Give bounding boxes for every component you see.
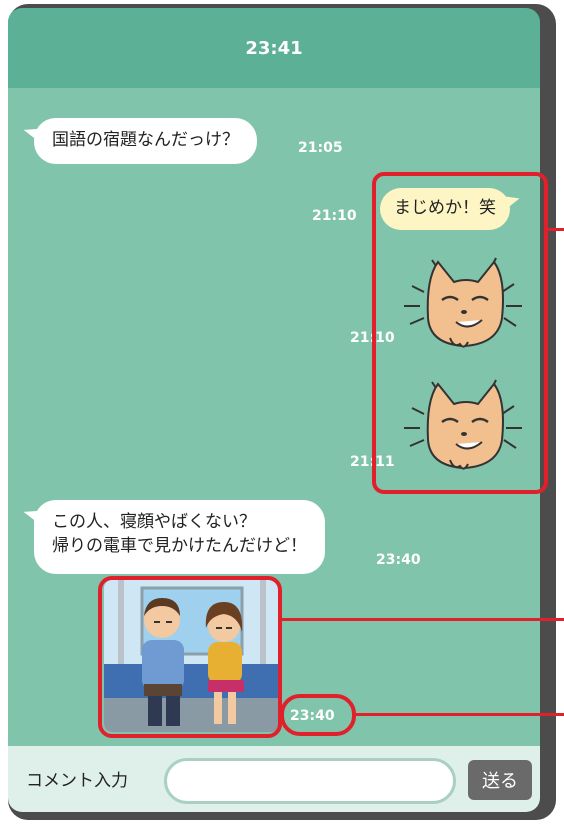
- message-bubble: 国語の宿題なんだっけ？: [34, 118, 257, 164]
- time-highlight-box: [280, 694, 356, 736]
- message-time: 23:40: [376, 552, 421, 568]
- message-bubble: この人、寝顔やばくない？ 帰りの電車で見かけたんだけど！: [34, 500, 325, 574]
- highlight-pointer-line: [282, 618, 564, 621]
- input-bar: コメント入力 送る: [8, 746, 540, 812]
- comment-input[interactable]: [164, 758, 456, 804]
- message-line: この人、寝顔やばくない？: [52, 512, 256, 532]
- message-line: 帰りの電車で見かけたんだけど！: [52, 536, 307, 556]
- message-text: 国語の宿題なんだっけ？: [52, 130, 239, 150]
- message-time: 21:05: [298, 140, 343, 156]
- comment-label: コメント入力: [26, 771, 128, 791]
- stickers-highlight-box: [372, 172, 548, 494]
- message-time: 21:10: [312, 208, 357, 224]
- send-button[interactable]: 送る: [468, 760, 532, 800]
- chat-header: 23:41: [8, 8, 540, 88]
- photo-highlight-box: [98, 576, 282, 738]
- highlight-pointer-line: [356, 713, 564, 716]
- highlight-pointer-line: [548, 228, 564, 231]
- header-time: 23:41: [245, 37, 303, 59]
